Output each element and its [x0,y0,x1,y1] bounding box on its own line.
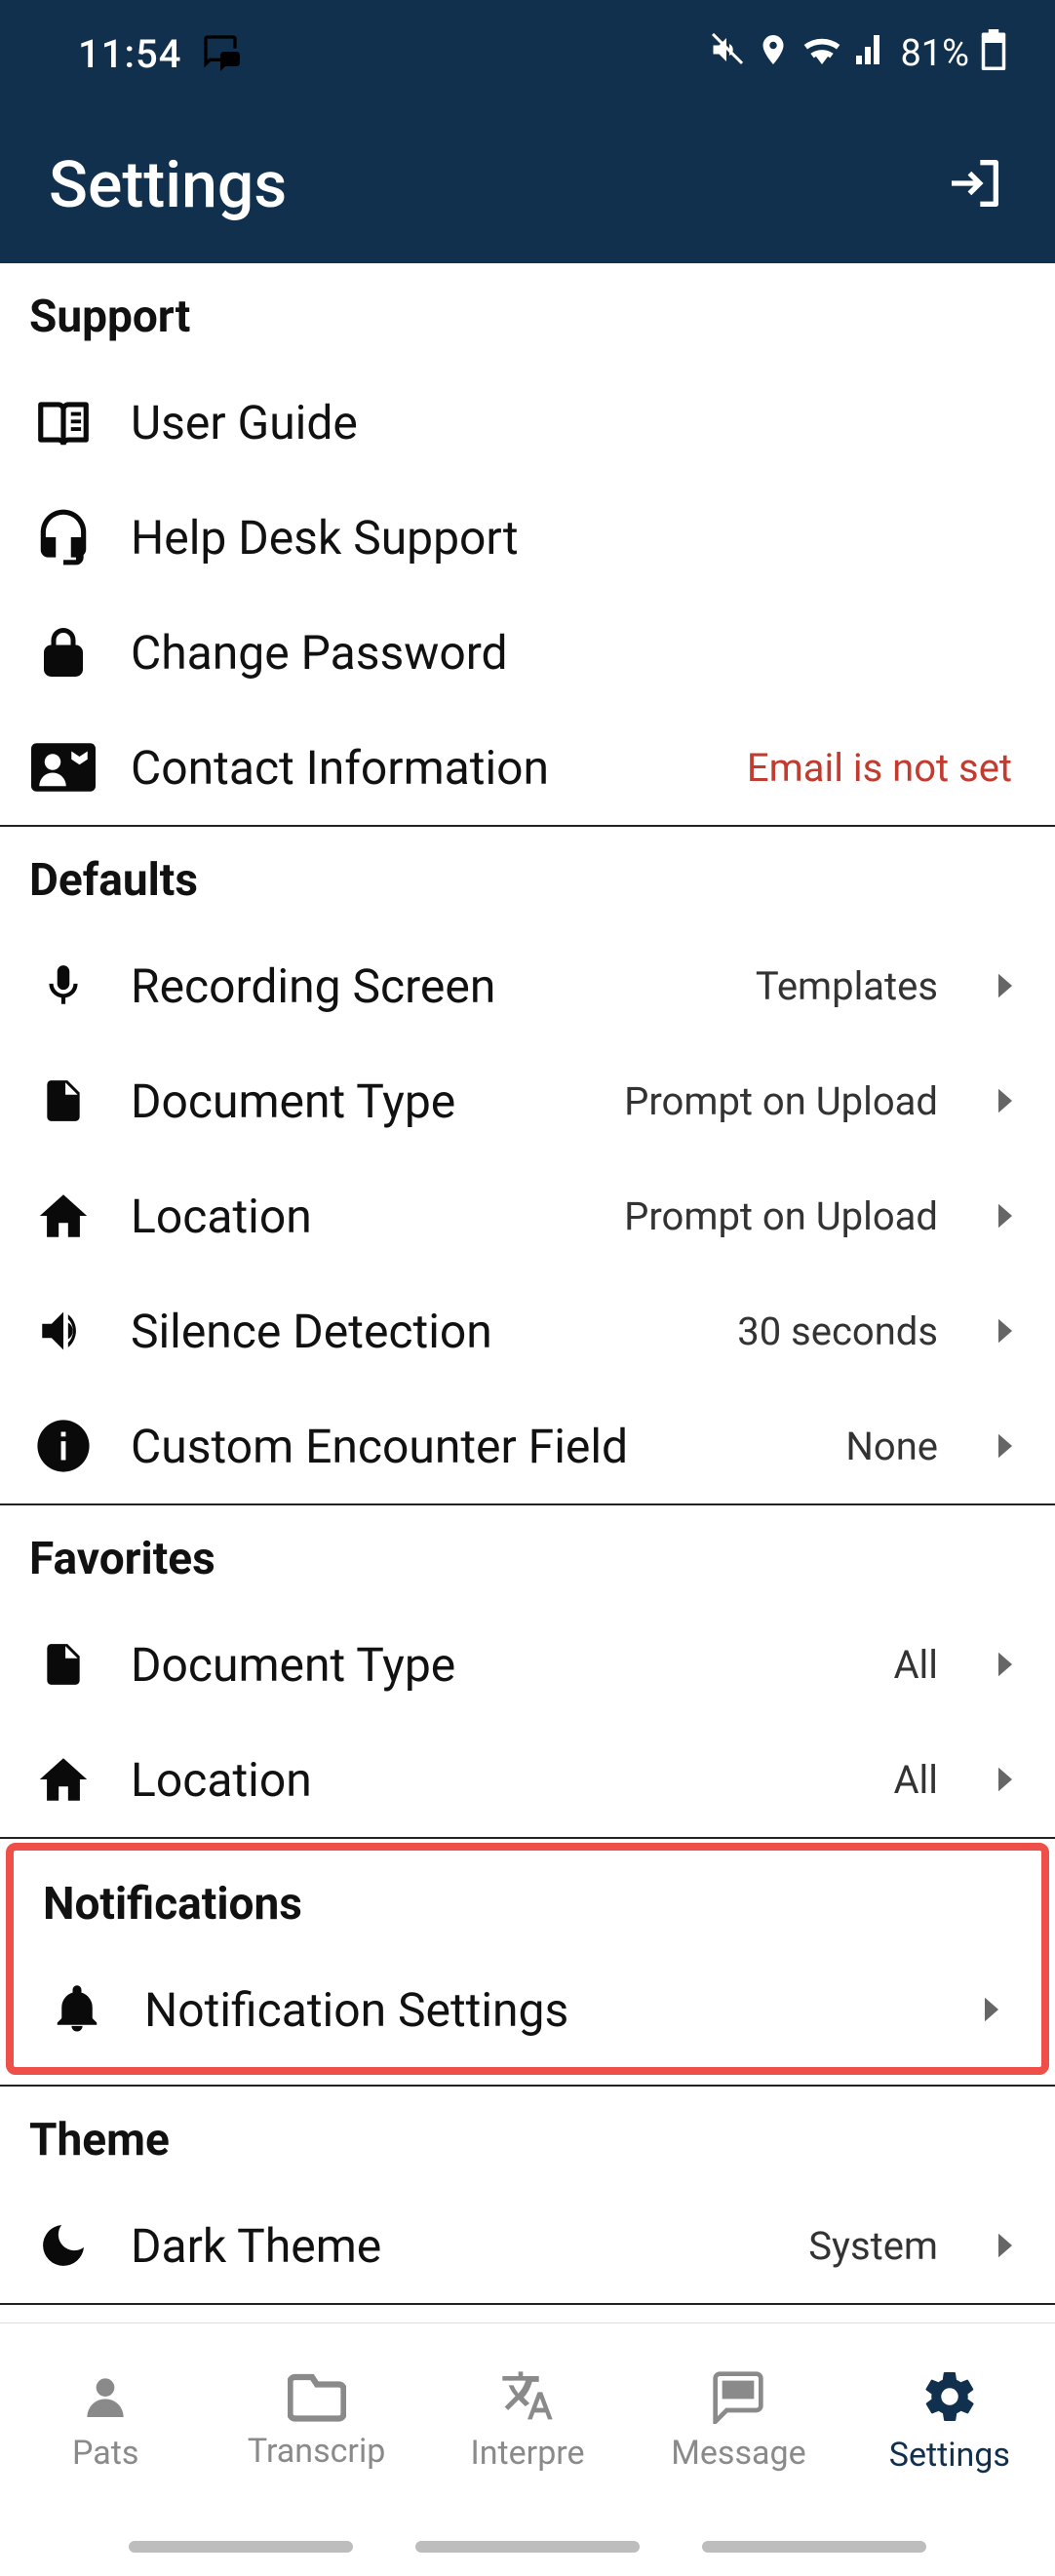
section-favorites: Favorites Document Type All Location All [0,1505,1055,1839]
nav-label: Transcrip [248,2432,385,2471]
row-label: User Guide [131,395,1026,450]
contact-card-icon [29,733,98,801]
row-dark-theme[interactable]: Dark Theme System [0,2188,1055,2303]
nav-patients[interactable]: Pats [0,2323,211,2517]
row-silence-detection[interactable]: Silence Detection 30 seconds [0,1273,1055,1388]
chevron-right-icon [985,1759,1026,1800]
row-label: Change Password [131,625,1026,681]
chat-bubble-icon [201,32,240,75]
chevron-right-icon [985,2225,1026,2266]
nav-messages[interactable]: Message [633,2323,843,2517]
row-value: Templates [756,963,938,1009]
row-notification-settings[interactable]: Notification Settings [14,1952,1041,2067]
chevron-right-icon [985,965,1026,1006]
bell-icon [43,1975,111,2044]
row-user-guide[interactable]: User Guide [0,365,1055,480]
document-icon [29,1630,98,1698]
row-label: Document Type [131,1073,591,1129]
nav-label: Pats [72,2434,138,2473]
row-label: Location [131,1752,860,1808]
section-confirmations: Confirmations Confirm Uploads [0,2305,1055,2322]
nav-settings[interactable]: Settings [844,2323,1055,2517]
info-icon [29,1412,98,1480]
section-title-support: Support [0,263,1055,365]
row-label: Dark Theme [131,2218,775,2274]
row-label: Location [131,1189,591,1244]
section-title-confirmations: Confirmations [0,2305,1055,2322]
row-value: System [808,2223,938,2269]
mute-icon [709,32,744,76]
headset-icon [29,503,98,571]
section-theme: Theme Dark Theme System [0,2087,1055,2305]
row-value: 30 seconds [737,1308,938,1354]
chevron-right-icon [985,1644,1026,1685]
row-value: None [845,1424,938,1469]
row-help-desk[interactable]: Help Desk Support [0,480,1055,595]
gesture-bar [0,2517,1055,2576]
moon-icon [29,2211,98,2280]
row-contact-info[interactable]: Contact Information Email is not set [0,710,1055,825]
home-icon [29,1182,98,1250]
nav-transcriptions[interactable]: Transcrip [211,2323,421,2517]
row-document-type[interactable]: Document Type Prompt on Upload [0,1043,1055,1158]
mic-icon [29,952,98,1020]
section-title-theme: Theme [0,2087,1055,2188]
row-label: Document Type [131,1637,860,1693]
status-bar: 11:54 81% [0,0,1055,107]
chevron-right-icon [985,1080,1026,1121]
chevron-right-icon [985,1425,1026,1466]
page-title: Settings [49,148,287,223]
volume-icon [29,1297,98,1365]
gesture-pill [129,2541,353,2553]
row-label: Silence Detection [131,1304,704,1359]
row-label: Recording Screen [131,958,723,1014]
row-value: Prompt on Upload [624,1078,938,1124]
nav-label: Message [671,2434,805,2473]
wifi-icon [802,30,841,78]
gesture-pill [415,2541,640,2553]
row-label: Notification Settings [144,1982,938,2038]
section-defaults: Defaults Recording Screen Templates Docu… [0,827,1055,1505]
row-value-warning: Email is not set [747,745,1012,791]
section-title-favorites: Favorites [0,1505,1055,1607]
row-value: All [893,1757,938,1803]
row-fav-location[interactable]: Location All [0,1722,1055,1837]
chevron-right-icon [985,1310,1026,1351]
status-time: 11:54 [78,31,181,77]
nav-label: Settings [889,2436,1010,2475]
bottom-nav: Pats Transcrip Interpre Message Settings [0,2322,1055,2517]
battery-icon [981,29,1006,79]
row-recording-screen[interactable]: Recording Screen Templates [0,928,1055,1043]
section-notifications-highlight: Notifications Notification Settings [6,1843,1049,2075]
section-support: Support User Guide Help Desk Support Cha… [0,263,1055,827]
app-bar: Settings [0,107,1055,263]
row-label: Contact Information [131,740,714,796]
row-label: Custom Encounter Field [131,1419,812,1474]
section-title-defaults: Defaults [0,827,1055,928]
section-title-notifications: Notifications [14,1851,1041,1952]
lock-icon [29,618,98,686]
chevron-right-icon [971,1989,1012,2030]
location-icon [756,32,791,76]
row-custom-encounter-field[interactable]: Custom Encounter Field None [0,1388,1055,1503]
settings-content: Support User Guide Help Desk Support Cha… [0,263,1055,2322]
nav-label: Interpre [471,2434,585,2473]
book-icon [29,388,98,456]
row-value: Prompt on Upload [624,1193,938,1239]
battery-percent: 81% [900,32,969,75]
logout-button[interactable] [944,152,1006,218]
section-notifications: Notifications Notification Settings [14,1851,1041,2067]
row-location[interactable]: Location Prompt on Upload [0,1158,1055,1273]
nav-interpreter[interactable]: Interpre [422,2323,633,2517]
row-label: Help Desk Support [131,510,1026,566]
row-value: All [893,1642,938,1688]
signal-icon [853,32,888,76]
document-icon [29,1067,98,1135]
gesture-pill [702,2541,926,2553]
row-fav-document-type[interactable]: Document Type All [0,1607,1055,1722]
chevron-right-icon [985,1195,1026,1236]
row-change-password[interactable]: Change Password [0,595,1055,710]
home-icon [29,1745,98,1814]
